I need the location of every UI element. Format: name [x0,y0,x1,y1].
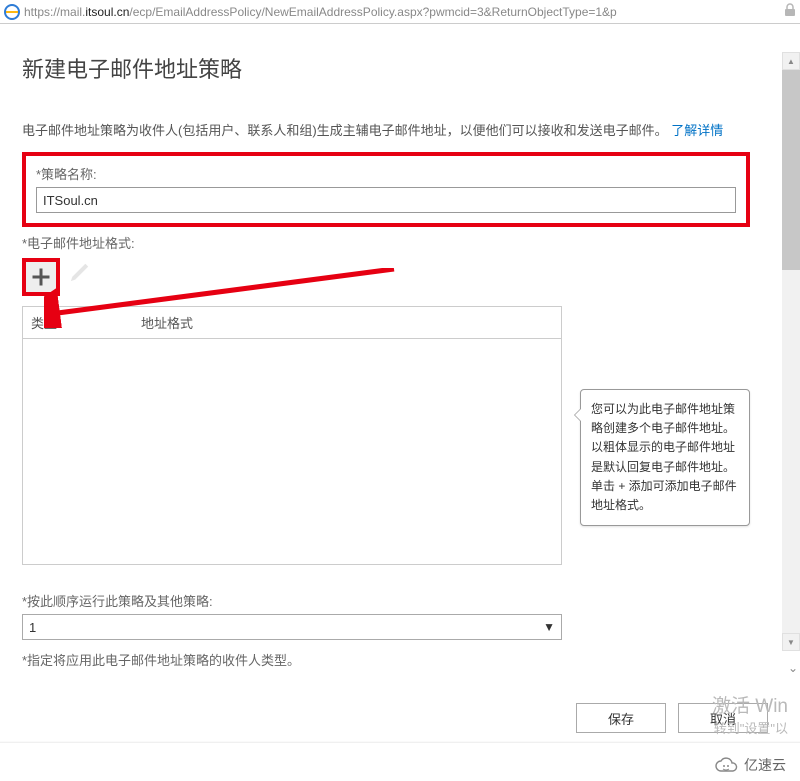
col-format-header: 地址格式 [133,313,561,332]
divider [0,741,800,743]
chevron-down-icon[interactable]: ⌄ [788,661,798,675]
scroll-up-button[interactable]: ▲ [782,52,800,70]
scroll-down-button[interactable]: ▼ [782,633,800,651]
ie-icon [4,4,20,20]
scrollbar-track: ▲ ▼ [782,52,800,651]
page-description: 电子邮件地址策略为收件人(包括用户、联系人和组)生成主辅电子邮件地址，以便他们可… [22,120,750,142]
edit-icon [68,258,94,284]
edit-button[interactable] [68,258,94,284]
description-text: 电子邮件地址策略为收件人(包括用户、联系人和组)生成主辅电子邮件地址，以便他们可… [22,123,668,138]
lock-icon [784,3,796,20]
order-label: *按此顺序运行此策略及其他策略: [22,591,750,610]
add-button-highlight [22,258,60,296]
format-table: 类型 地址格式 [22,306,562,565]
policy-name-label: *策略名称: [36,164,736,183]
email-format-label: *电子邮件地址格式: [22,233,750,252]
col-type-header: 类型 [23,313,133,332]
format-toolbar [22,258,750,296]
footer-actions: 保存 取消 [576,703,768,733]
address-bar[interactable]: https://mail.itsoul.cn/ecp/EmailAddressP… [0,0,800,24]
url-text: https://mail.itsoul.cn/ecp/EmailAddressP… [24,5,778,19]
brand-text: 亿速云 [744,755,786,775]
cloud-icon [714,756,740,774]
add-button[interactable] [26,262,56,292]
table-header: 类型 地址格式 [23,307,561,339]
main-panel: 新建电子邮件地址策略 电子邮件地址策略为收件人(包括用户、联系人和组)生成主辅电… [0,24,800,781]
order-selected-value: 1 [29,620,36,635]
chevron-down-icon: ▼ [543,620,555,634]
cancel-button[interactable]: 取消 [678,703,768,733]
page-title: 新建电子邮件地址策略 [22,52,778,84]
help-tooltip: 您可以为此电子邮件地址策略创建多个电子邮件地址。以粗体显示的电子邮件地址是默认回… [580,389,750,526]
recipient-type-label: *指定将应用此电子邮件地址策略的收件人类型。 [22,650,750,669]
learn-more-link[interactable]: 了解详情 [671,123,723,138]
brand-logo: 亿速云 [714,755,786,775]
vertical-scrollbar[interactable]: ▲ ▼ [782,52,800,651]
table-body [23,339,561,564]
plus-icon [32,268,50,286]
save-button[interactable]: 保存 [576,703,666,733]
policy-name-highlight: *策略名称: [22,152,750,227]
policy-name-input[interactable] [36,187,736,213]
order-select[interactable]: 1 ▼ [22,614,562,640]
scrollbar-thumb[interactable] [782,70,800,270]
